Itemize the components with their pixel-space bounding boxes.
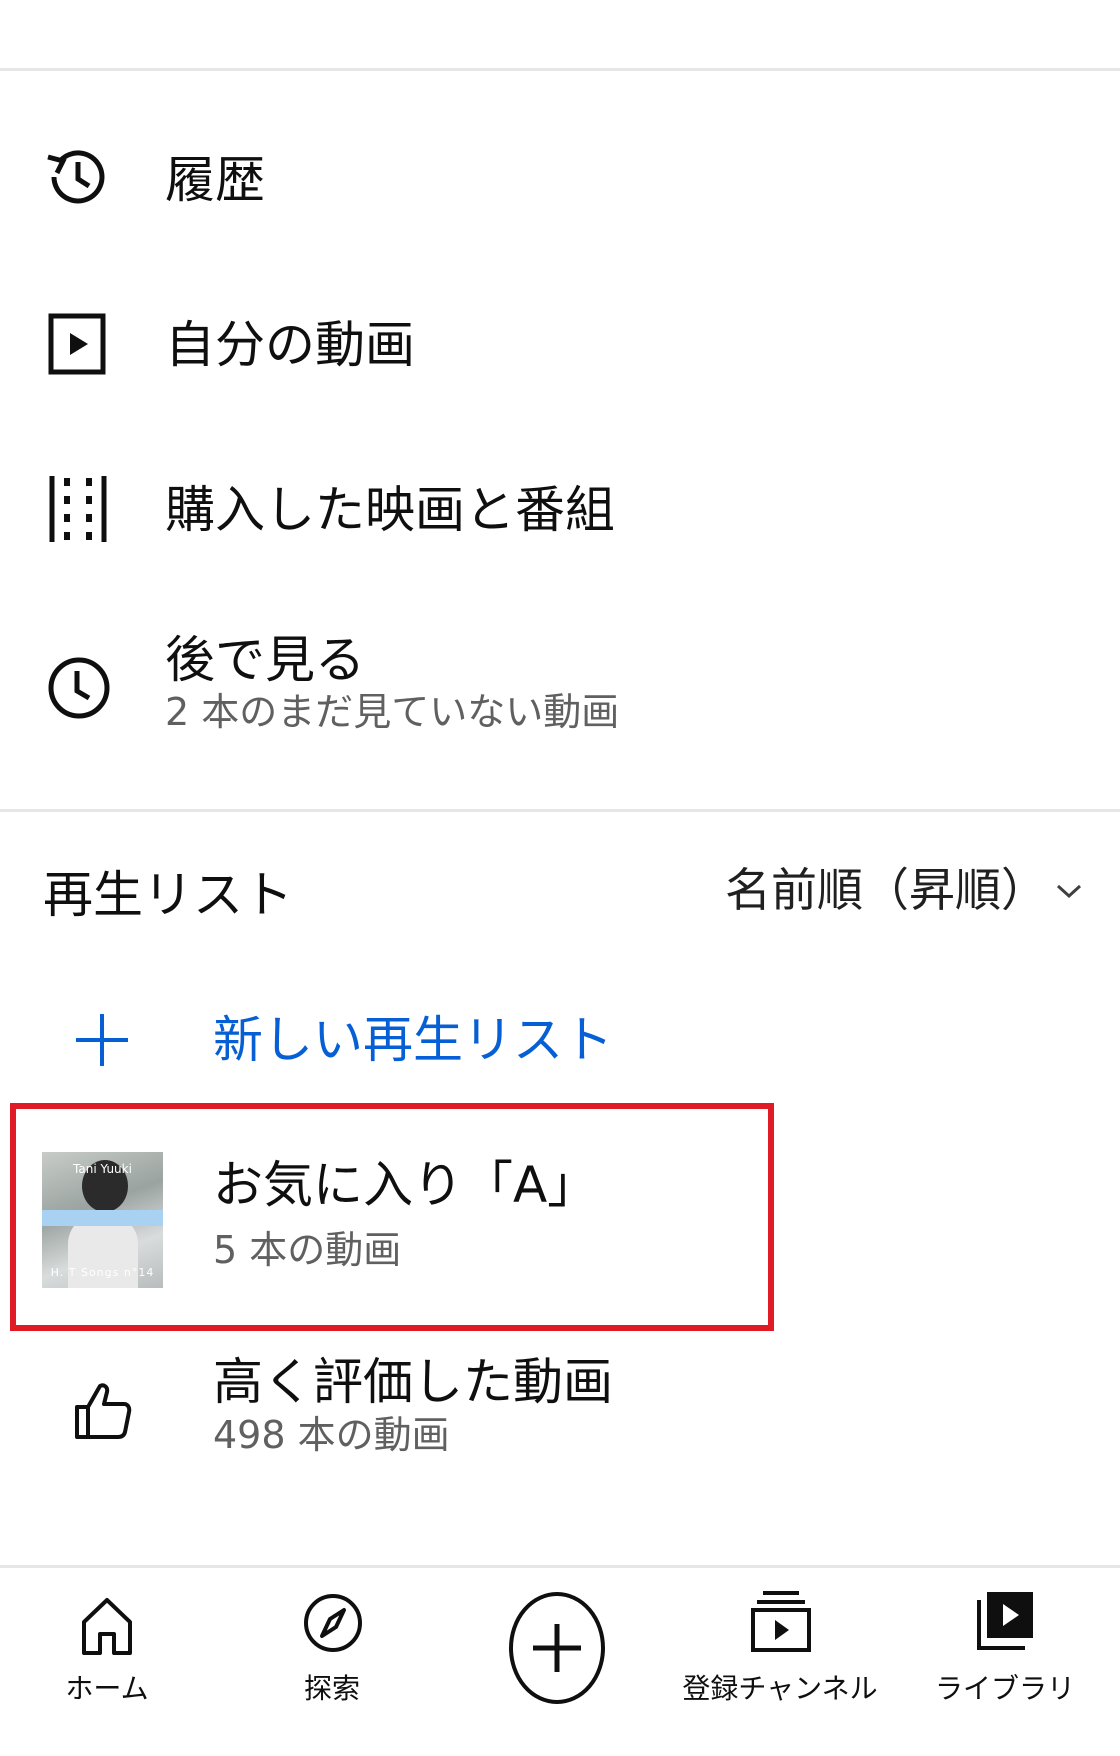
my-videos-label: 自分の動画 <box>165 316 415 374</box>
playlists-title: 再生リスト <box>43 866 293 924</box>
nav-home[interactable]: ホーム <box>42 1568 172 1756</box>
menu-item-history[interactable]: 履歴 <box>0 110 1120 260</box>
new-playlist-button[interactable]: 新しい再生リスト <box>0 990 1120 1100</box>
nav-subscriptions[interactable]: 登録チャンネル <box>680 1568 880 1756</box>
playlist-item-liked[interactable]: 高く評価した動画 498 本の動画 <box>0 1340 1120 1480</box>
watch-later-label: 後で見る <box>165 631 365 689</box>
thumbs-up-icon <box>75 1383 132 1439</box>
purchases-label: 購入した映画と番組 <box>165 481 615 539</box>
sort-dropdown[interactable]: 名前順（昇順） <box>725 860 1095 930</box>
history-icon <box>47 150 105 204</box>
watch-later-count: 2 本のまだ見ていない動画 <box>165 690 620 734</box>
play-square-icon <box>48 313 106 375</box>
nav-create[interactable] <box>505 1568 609 1756</box>
bottom-navigation: ホーム 探索 登録チャンネル ライブラリ <box>0 1568 1120 1756</box>
menu-item-watch-later[interactable]: 後で見る 2 本のまだ見ていない動画 <box>0 615 1120 765</box>
compass-icon <box>304 1594 362 1652</box>
plus-icon <box>76 1014 128 1066</box>
section-divider <box>0 809 1120 812</box>
clock-icon <box>48 657 110 719</box>
nav-home-label: ホーム <box>65 1672 149 1705</box>
liked-title: 高く評価した動画 <box>213 1353 613 1411</box>
library-icon <box>977 1592 1033 1650</box>
sort-label: 名前順（昇順） <box>725 863 1047 917</box>
liked-count: 498 本の動画 <box>213 1413 450 1457</box>
history-label: 履歴 <box>165 151 265 209</box>
nav-library[interactable]: ライブラリ <box>935 1568 1075 1756</box>
film-strip-icon <box>49 476 107 542</box>
nav-explore-label: 探索 <box>303 1672 360 1705</box>
nav-subscriptions-label: 登録チャンネル <box>682 1672 878 1705</box>
menu-item-my-videos[interactable]: 自分の動画 <box>0 275 1120 425</box>
chevron-down-icon <box>1056 884 1082 899</box>
menu-item-purchases[interactable]: 購入した映画と番組 <box>0 440 1120 590</box>
highlight-box <box>10 1103 774 1331</box>
top-divider <box>0 68 1120 71</box>
home-icon <box>82 1598 132 1655</box>
nav-library-label: ライブラリ <box>935 1672 1076 1705</box>
subscriptions-icon <box>751 1591 811 1652</box>
nav-explore[interactable]: 探索 <box>262 1568 402 1756</box>
create-icon <box>509 1592 605 1704</box>
new-playlist-label: 新しい再生リスト <box>213 1011 613 1069</box>
